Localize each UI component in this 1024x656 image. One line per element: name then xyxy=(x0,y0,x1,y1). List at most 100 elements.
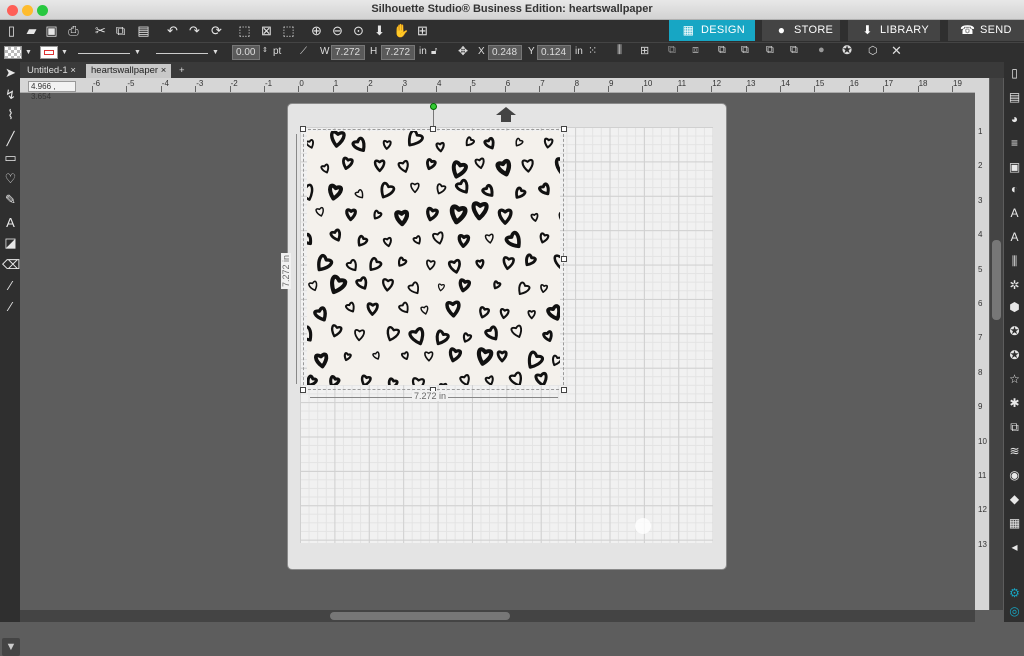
line-style-dropdown-icon[interactable]: ▼ xyxy=(134,49,141,56)
redo-icon[interactable]: ↷ xyxy=(186,22,203,39)
close-tab-icon[interactable]: × xyxy=(161,65,167,76)
line-tool-icon[interactable]: ╱ xyxy=(2,130,19,148)
align-panel-icon[interactable]: ⫼ xyxy=(1006,252,1023,270)
zoom-out-icon[interactable]: ⊖ xyxy=(329,22,346,39)
pencil-icon[interactable]: ✎ xyxy=(2,191,19,209)
vertical-scrollbar[interactable] xyxy=(990,78,1003,610)
height-input[interactable]: 7.272 xyxy=(381,45,415,60)
width-input[interactable]: 7.272 xyxy=(331,45,365,60)
line-dropdown-icon[interactable]: ▼ xyxy=(61,49,68,56)
fill-bucket-icon[interactable]: ◪ xyxy=(2,234,19,252)
zoom-in-icon[interactable]: ⊕ xyxy=(308,22,325,39)
text-style-icon[interactable]: A xyxy=(1006,204,1023,222)
horizontal-scroll-thumb[interactable] xyxy=(330,612,510,620)
group-icon[interactable]: ⧉ xyxy=(668,44,676,57)
pattern-icon[interactable]: ≋ xyxy=(1006,442,1023,460)
modify-icon[interactable]: ✪ xyxy=(1006,322,1023,340)
tab-send[interactable]: ☎ SEND xyxy=(948,20,1024,41)
eyedropper-icon[interactable]: ⁄ xyxy=(2,298,19,316)
zoom-select-icon[interactable]: ⊙ xyxy=(350,22,367,39)
close-tab-icon[interactable]: × xyxy=(70,65,76,76)
eraser-icon[interactable]: ⌫ xyxy=(2,256,20,274)
text-to-path-icon[interactable]: A xyxy=(1006,228,1023,246)
offset-star-icon[interactable]: ✪ xyxy=(842,43,852,57)
resize-handle-bottom-left[interactable] xyxy=(300,387,306,393)
pan-hand-icon[interactable]: ✋ xyxy=(393,22,410,39)
resize-handle-top-left[interactable] xyxy=(300,126,306,132)
make-compound-icon[interactable]: ⧉ xyxy=(718,44,726,57)
line-color-swatch[interactable] xyxy=(40,46,58,59)
sketch-icon[interactable]: ✱ xyxy=(1006,394,1023,412)
ungroup-icon[interactable]: ⧈ xyxy=(692,44,699,57)
line-join-selector[interactable] xyxy=(156,53,208,54)
offset-panel-icon[interactable]: ✪ xyxy=(1006,346,1023,364)
send-backward-icon[interactable]: ⧉ xyxy=(790,44,798,57)
paste-icon[interactable]: ▤ xyxy=(135,22,152,39)
copy-icon[interactable]: ⧉ xyxy=(112,22,129,39)
rotation-handle[interactable] xyxy=(430,103,437,110)
document-settings-icon[interactable]: ▤ xyxy=(1006,88,1023,106)
replicate-panel-icon[interactable]: ⬢ xyxy=(1006,298,1023,316)
color-palette-icon[interactable]: ◕ xyxy=(1006,110,1023,128)
save-icon[interactable]: ▣ xyxy=(43,22,60,39)
line-style-panel-icon[interactable]: ≡ xyxy=(1006,134,1023,152)
tab-library[interactable]: ⬇ LIBRARY xyxy=(848,20,940,41)
transparency-icon[interactable]: ◐ xyxy=(1006,180,1023,198)
tab-heartswallpaper[interactable]: heartswallpaper × xyxy=(86,64,172,78)
cut-icon[interactable]: ✂ xyxy=(92,22,109,39)
fill-dropdown-icon[interactable]: ▼ xyxy=(25,49,32,56)
expand-panel-icon[interactable]: ◂ xyxy=(1006,538,1023,556)
y-position-input[interactable]: 0.124 xyxy=(537,45,571,60)
weld-icon[interactable]: ● xyxy=(818,44,825,56)
x-position-input[interactable]: 0.248 xyxy=(488,45,522,60)
trash-icon[interactable]: ▼ xyxy=(2,638,20,656)
vertical-scroll-thumb[interactable] xyxy=(992,240,1001,320)
line-join-dropdown-icon[interactable]: ▼ xyxy=(212,49,219,56)
fill-panel-icon[interactable]: ▣ xyxy=(1006,158,1023,176)
text-tool-icon[interactable]: A xyxy=(2,214,19,232)
tab-store[interactable]: ● STORE xyxy=(762,20,840,41)
line-style-selector[interactable] xyxy=(78,53,130,54)
resize-handle-top[interactable] xyxy=(430,126,436,132)
help-icon[interactable]: ◎ xyxy=(1006,602,1023,620)
layers-icon[interactable]: ◆ xyxy=(1006,490,1023,508)
tab-untitled[interactable]: Untitled-1 × xyxy=(22,64,81,78)
resize-handle-right[interactable] xyxy=(561,256,567,262)
align-icon[interactable]: ⫼ xyxy=(617,44,622,57)
settings-gear-icon[interactable]: ⚙ xyxy=(1006,584,1023,602)
delete-icon[interactable]: ✕ xyxy=(891,43,902,59)
library-panel-icon[interactable]: ⧉ xyxy=(1006,418,1023,436)
group-select-icon[interactable]: ⬚ xyxy=(280,22,297,39)
page-setup-icon[interactable]: ▯ xyxy=(1006,64,1023,82)
add-page-icon[interactable]: ⊞ xyxy=(414,22,431,39)
resize-handle-top-right[interactable] xyxy=(561,126,567,132)
map-icon[interactable]: ▦ xyxy=(1006,514,1023,532)
refresh-icon[interactable]: ⟳ xyxy=(208,22,225,39)
trace-icon[interactable]: ☆ xyxy=(1006,370,1023,388)
knife-icon[interactable]: ⌇ xyxy=(2,106,19,124)
line-width-input[interactable]: 0.00 xyxy=(232,45,260,60)
print-icon[interactable]: ⎙ xyxy=(65,22,82,39)
point-edit-icon[interactable]: ↯ xyxy=(2,86,19,104)
fit-to-page-icon[interactable]: ⬇ xyxy=(371,22,388,39)
undo-icon[interactable]: ↶ xyxy=(164,22,181,39)
tab-design[interactable]: ▦ DESIGN xyxy=(669,20,755,41)
deselect-icon[interactable]: ⊠ xyxy=(258,22,275,39)
replicate-icon[interactable]: ⬡ xyxy=(868,44,878,57)
add-tab-button[interactable]: + xyxy=(174,64,190,78)
fill-color-swatch[interactable] xyxy=(4,46,22,59)
select-arrow-icon[interactable]: ➤ xyxy=(2,64,19,82)
release-compound-icon[interactable]: ⧉ xyxy=(741,44,749,57)
bring-forward-icon[interactable]: ⧉ xyxy=(766,44,774,57)
nesting-icon[interactable]: ◉ xyxy=(1006,466,1023,484)
select-all-icon[interactable]: ⬚ xyxy=(236,22,253,39)
transform-icon[interactable]: ✲ xyxy=(1006,276,1023,294)
new-file-icon[interactable]: ▯ xyxy=(3,22,20,39)
center-icon[interactable]: ⊞ xyxy=(640,44,649,57)
resize-handle-bottom-right[interactable] xyxy=(561,387,567,393)
lock-aspect-icon[interactable]: 🔓︎ xyxy=(431,46,437,57)
knife-cut-icon[interactable]: ⁄ xyxy=(2,277,19,295)
heart-shape-icon[interactable]: ♡ xyxy=(2,170,19,188)
rectangle-tool-icon[interactable]: ▭ xyxy=(2,149,19,167)
line-width-stepper[interactable]: ⇕ xyxy=(262,46,268,54)
